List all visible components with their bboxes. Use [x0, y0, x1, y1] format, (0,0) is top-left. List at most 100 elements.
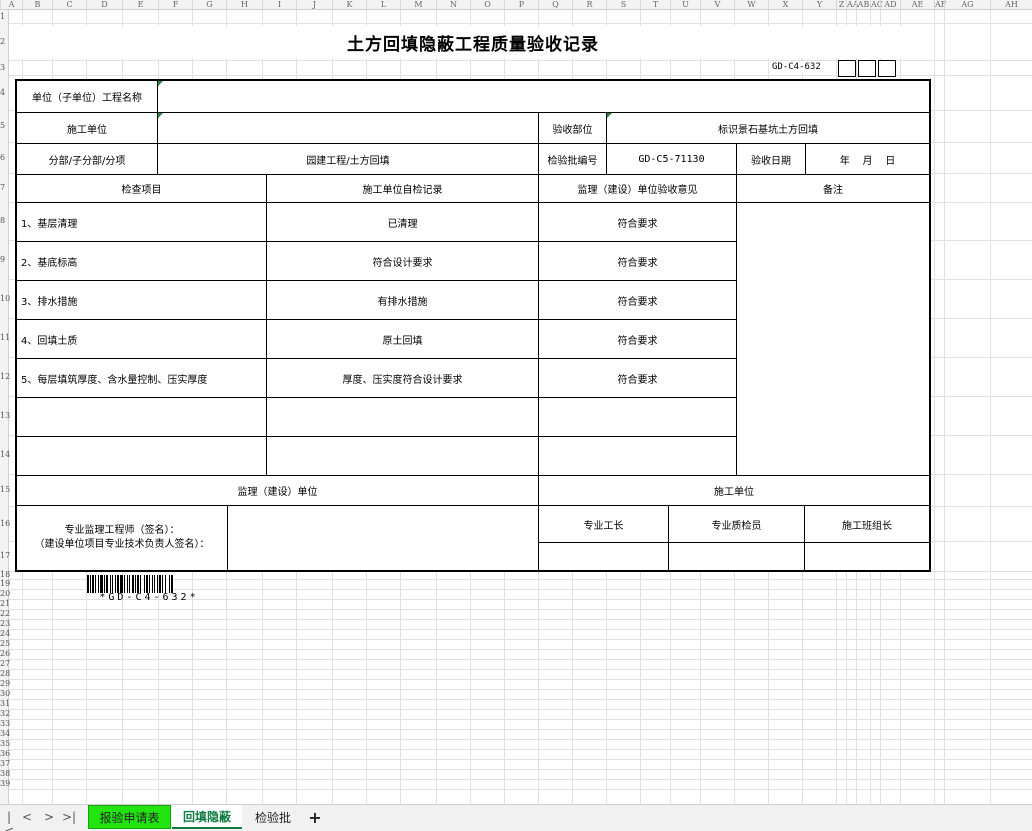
- column-header[interactable]: AB: [856, 0, 870, 10]
- column-header[interactable]: R: [572, 0, 606, 10]
- value-acceptance-part[interactable]: 标识景石基坑土方回填: [606, 112, 929, 143]
- row-header[interactable]: 32: [0, 709, 10, 719]
- row-header[interactable]: 15: [0, 485, 10, 495]
- row-header[interactable]: 23: [0, 619, 10, 629]
- item-supervision-cell[interactable]: [538, 436, 736, 475]
- column-header[interactable]: H: [226, 0, 262, 10]
- row-header[interactable]: 4: [0, 88, 9, 98]
- item-supervision-cell[interactable]: 符合要求: [538, 202, 736, 241]
- row-header[interactable]: 30: [0, 689, 10, 699]
- column-header[interactable]: O: [470, 0, 504, 10]
- item-self-check-cell[interactable]: 已清理: [266, 202, 538, 241]
- column-header[interactable]: N: [436, 0, 470, 10]
- tab-backfill-concealed[interactable]: 回填隐蔽: [172, 805, 242, 829]
- row-header[interactable]: 12: [0, 372, 10, 382]
- row-header[interactable]: 33: [0, 719, 10, 729]
- column-header[interactable]: AH: [990, 0, 1032, 10]
- row-header[interactable]: 9: [0, 255, 9, 265]
- row-header[interactable]: 11: [0, 333, 10, 343]
- item-self-check-cell[interactable]: 有排水措施: [266, 280, 538, 319]
- value-batch-number[interactable]: GD-C5-71130: [606, 143, 736, 174]
- add-sheet-button[interactable]: +: [306, 805, 324, 829]
- column-header[interactable]: V: [700, 0, 734, 10]
- row-header[interactable]: 17: [0, 551, 10, 561]
- item-item-cell[interactable]: 5、每层填筑厚度、含水量控制、压实厚度: [17, 358, 266, 397]
- row-header[interactable]: 28: [0, 669, 10, 679]
- column-header[interactable]: L: [366, 0, 400, 10]
- row-header[interactable]: 31: [0, 699, 10, 709]
- row-header[interactable]: 37: [0, 759, 10, 769]
- last-sheet-icon[interactable]: >|: [62, 810, 76, 824]
- row-header[interactable]: 20: [0, 589, 10, 599]
- value-contractor[interactable]: [157, 112, 538, 143]
- row-header[interactable]: 26: [0, 649, 10, 659]
- row-header[interactable]: 34: [0, 729, 10, 739]
- column-header[interactable]: P: [504, 0, 538, 10]
- item-supervision-cell[interactable]: 符合要求: [538, 319, 736, 358]
- column-header[interactable]: A: [0, 0, 22, 10]
- row-header[interactable]: 5: [0, 121, 9, 131]
- column-header[interactable]: AG: [944, 0, 990, 10]
- column-header[interactable]: Y: [802, 0, 836, 10]
- value-foreman[interactable]: [538, 542, 668, 570]
- item-self-check-cell[interactable]: 原土回填: [266, 319, 538, 358]
- column-header[interactable]: I: [262, 0, 296, 10]
- row-header[interactable]: 38: [0, 769, 10, 779]
- value-subdivision[interactable]: 园建工程/土方回填: [157, 143, 538, 174]
- column-header[interactable]: AC: [870, 0, 883, 10]
- row-header[interactable]: 21: [0, 599, 10, 609]
- column-header[interactable]: X: [768, 0, 802, 10]
- item-self-check-cell[interactable]: [266, 397, 538, 436]
- value-team-leader[interactable]: [804, 542, 929, 570]
- item-item-cell[interactable]: 1、基层清理: [17, 202, 266, 241]
- row-header[interactable]: 36: [0, 749, 10, 759]
- item-supervision-cell[interactable]: 符合要求: [538, 241, 736, 280]
- row-header[interactable]: 8: [0, 216, 9, 226]
- column-header[interactable]: Q: [538, 0, 572, 10]
- row-header[interactable]: 7: [0, 183, 9, 193]
- row-header[interactable]: 29: [0, 679, 10, 689]
- row-header[interactable]: 35: [0, 739, 10, 749]
- column-header[interactable]: C: [52, 0, 86, 10]
- item-self-check-cell[interactable]: 符合设计要求: [266, 241, 538, 280]
- column-header[interactable]: AF: [934, 0, 946, 10]
- row-header[interactable]: 24: [0, 629, 10, 639]
- column-header[interactable]: T: [640, 0, 670, 10]
- item-supervision-cell[interactable]: [538, 397, 736, 436]
- item-supervision-cell[interactable]: 符合要求: [538, 358, 736, 397]
- column-header[interactable]: U: [670, 0, 700, 10]
- item-self-check-cell[interactable]: 厚度、压实度符合设计要求: [266, 358, 538, 397]
- value-unit-project[interactable]: [157, 81, 929, 112]
- column-header[interactable]: D: [86, 0, 122, 10]
- column-header[interactable]: J: [296, 0, 332, 10]
- row-header[interactable]: 16: [0, 519, 10, 529]
- value-remarks[interactable]: [736, 202, 929, 475]
- row-header[interactable]: 13: [0, 411, 10, 421]
- next-sheet-icon[interactable]: >: [42, 810, 56, 824]
- item-item-cell[interactable]: 3、排水措施: [17, 280, 266, 319]
- first-sheet-icon[interactable]: |<: [2, 810, 16, 831]
- column-header[interactable]: B: [22, 0, 52, 10]
- item-item-cell[interactable]: [17, 397, 266, 436]
- item-supervision-cell[interactable]: 符合要求: [538, 280, 736, 319]
- row-header[interactable]: 25: [0, 639, 10, 649]
- column-header[interactable]: F: [158, 0, 192, 10]
- checkbox-square-3[interactable]: [878, 60, 896, 77]
- value-quality-inspector[interactable]: [668, 542, 804, 570]
- item-self-check-cell[interactable]: [266, 436, 538, 475]
- value-acceptance-date[interactable]: 年 月 日: [805, 143, 929, 174]
- row-header[interactable]: 19: [0, 579, 10, 589]
- value-engineer-signature[interactable]: [227, 505, 538, 570]
- column-header[interactable]: Z: [836, 0, 846, 10]
- checkbox-square-2[interactable]: [858, 60, 876, 77]
- item-item-cell[interactable]: [17, 436, 266, 475]
- column-header[interactable]: W: [734, 0, 768, 10]
- column-header[interactable]: E: [122, 0, 158, 10]
- column-header[interactable]: G: [192, 0, 226, 10]
- row-header[interactable]: 2: [0, 37, 9, 47]
- column-header[interactable]: S: [606, 0, 640, 10]
- item-item-cell[interactable]: 4、回填土质: [17, 319, 266, 358]
- column-header[interactable]: AE: [900, 0, 934, 10]
- tab-inspection-batch[interactable]: 检验批: [244, 805, 302, 829]
- column-header[interactable]: AA: [846, 0, 859, 10]
